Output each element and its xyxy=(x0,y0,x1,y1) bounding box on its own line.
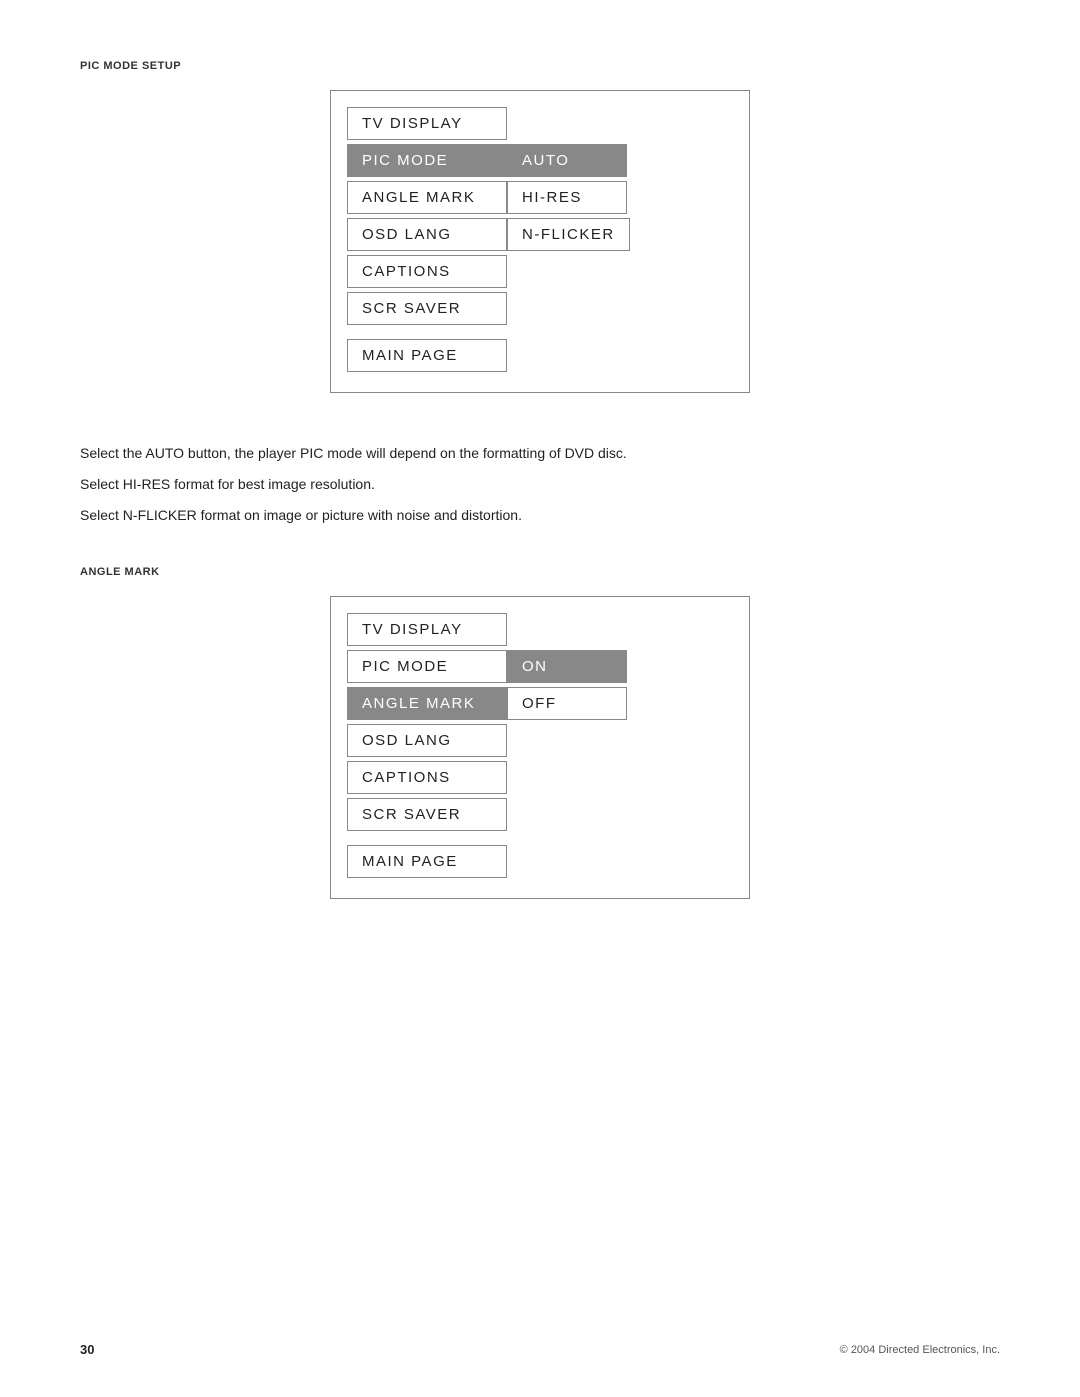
section-label-2: ANGLE MARK xyxy=(80,566,1000,578)
menu1-row-5: CAPTIONS xyxy=(347,255,733,288)
menu1-row-6: SCR SAVER xyxy=(347,292,733,325)
menu1-cell-pic-mode: PIC MODE xyxy=(347,144,507,177)
menu1-cell-tv-display: TV DISPLAY xyxy=(347,107,507,140)
menu1-cell-scr-saver: SCR SAVER xyxy=(347,292,507,325)
menu2-cell-on: ON xyxy=(507,650,627,683)
section-label-1: PIC MODE SETUP xyxy=(80,60,1000,72)
copyright: © 2004 Directed Electronics, Inc. xyxy=(840,1344,1000,1356)
menu1-wrapper: TV DISPLAY PIC MODE AUTO ANGLE MARK HI-R… xyxy=(80,90,1000,393)
menu1-cell-osd-lang: OSD LANG xyxy=(347,218,507,251)
description-block-1: Select the AUTO button, the player PIC m… xyxy=(80,443,1000,536)
menu2-cell-pic-mode: PIC MODE xyxy=(347,650,507,683)
menu1-cell-angle-mark: ANGLE MARK xyxy=(347,181,507,214)
menu1-cell-hi-res: HI-RES xyxy=(507,181,627,214)
page-number: 30 xyxy=(80,1342,94,1357)
menu1-cell-main-page: MAIN PAGE xyxy=(347,339,507,372)
desc-text-1: Select the AUTO button, the player PIC m… xyxy=(80,443,1000,464)
desc-text-2: Select HI-RES format for best image reso… xyxy=(80,474,1000,495)
menu2-row-3: ANGLE MARK OFF xyxy=(347,687,733,720)
menu2-box: TV DISPLAY PIC MODE ON ANGLE MARK OFF OS… xyxy=(330,596,750,899)
menu1-row-3: ANGLE MARK HI-RES xyxy=(347,181,733,214)
menu1-row-1: TV DISPLAY xyxy=(347,107,733,140)
desc-text-3: Select N-FLICKER format on image or pict… xyxy=(80,505,1000,526)
menu2-cell-angle-mark: ANGLE MARK xyxy=(347,687,507,720)
menu1-row-main: MAIN PAGE xyxy=(347,339,733,372)
menu2-wrapper: TV DISPLAY PIC MODE ON ANGLE MARK OFF OS… xyxy=(80,596,1000,899)
menu1-box: TV DISPLAY PIC MODE AUTO ANGLE MARK HI-R… xyxy=(330,90,750,393)
menu2-row-5: CAPTIONS xyxy=(347,761,733,794)
menu2-row-6: SCR SAVER xyxy=(347,798,733,831)
menu2-row-1: TV DISPLAY xyxy=(347,613,733,646)
menu2-cell-captions: CAPTIONS xyxy=(347,761,507,794)
menu2-cell-scr-saver: SCR SAVER xyxy=(347,798,507,831)
menu2-row-2: PIC MODE ON xyxy=(347,650,733,683)
page-container: PIC MODE SETUP TV DISPLAY PIC MODE AUTO … xyxy=(0,0,1080,1397)
footer: 30 © 2004 Directed Electronics, Inc. xyxy=(80,1342,1000,1357)
menu2-cell-tv-display: TV DISPLAY xyxy=(347,613,507,646)
menu1-row-4: OSD LANG N-FLICKER xyxy=(347,218,733,251)
menu2-row-main: MAIN PAGE xyxy=(347,845,733,878)
menu2-cell-main-page: MAIN PAGE xyxy=(347,845,507,878)
menu1-cell-n-flicker: N-FLICKER xyxy=(507,218,630,251)
menu2-row-4: OSD LANG xyxy=(347,724,733,757)
menu1-row-2: PIC MODE AUTO xyxy=(347,144,733,177)
menu2-cell-osd-lang: OSD LANG xyxy=(347,724,507,757)
menu1-cell-auto: AUTO xyxy=(507,144,627,177)
menu1-cell-captions: CAPTIONS xyxy=(347,255,507,288)
menu2-cell-off: OFF xyxy=(507,687,627,720)
